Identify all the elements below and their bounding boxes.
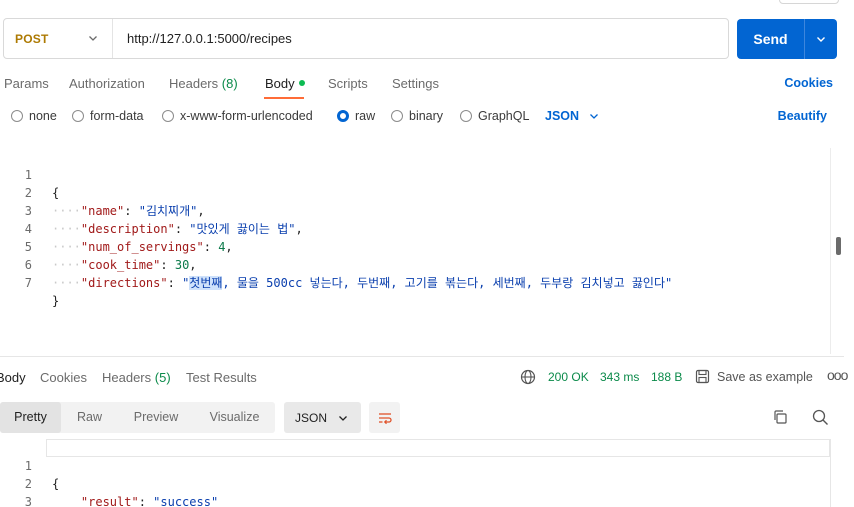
radio-label: binary: [409, 109, 444, 123]
chevron-down-icon: [817, 37, 825, 42]
view-raw[interactable]: Raw: [61, 402, 118, 433]
method-label: POST: [15, 31, 49, 46]
wrap-lines-icon: [378, 412, 392, 424]
indent-guide: ····: [52, 276, 81, 290]
more-options-icon[interactable]: ooo: [827, 367, 848, 383]
resp-tab-test-results[interactable]: Test Results: [186, 370, 257, 385]
send-label: Send: [753, 31, 788, 47]
beautify-button[interactable]: Beautify: [778, 109, 827, 123]
body-format-select[interactable]: JSON: [545, 109, 599, 123]
code-line: 2 ····"name": "김치찌개",: [0, 166, 830, 218]
url-input[interactable]: http://127.0.0.1:5000/recipes: [113, 31, 292, 46]
radio-circle: [72, 110, 84, 122]
body-type-selector: none form-data x-www-form-urlencoded raw…: [0, 109, 854, 129]
response-body-viewer[interactable]: 1 { 2 "result": "success" 3 }: [0, 439, 854, 507]
radio-circle: [337, 110, 349, 122]
status-code[interactable]: 200 OK: [548, 370, 589, 384]
resp-tab-headers-count: (5): [154, 370, 171, 385]
chevron-down-icon: [89, 36, 97, 41]
code-line: 1 {: [0, 148, 830, 200]
selected-text: 첫번째: [189, 276, 223, 290]
json-key: "result": [80, 495, 139, 507]
response-format-label: JSON: [295, 410, 328, 425]
scrollbar-thumb[interactable]: [836, 237, 841, 255]
save-as-example-button[interactable]: Save as example: [695, 369, 813, 384]
globe-icon[interactable]: [520, 369, 536, 385]
resp-tab-headers-label: Headers: [102, 370, 152, 385]
view-preview[interactable]: Preview: [118, 402, 194, 433]
json-value: "success": [153, 495, 219, 507]
tab-headers-count: (8): [221, 76, 238, 91]
tab-authorization[interactable]: Authorization: [69, 76, 145, 91]
cookies-link[interactable]: Cookies: [784, 76, 833, 90]
top-toolbar-button[interactable]: [779, 0, 839, 4]
tab-body-label: Body: [265, 76, 295, 91]
response-view-group: Pretty Raw Preview Visualize: [0, 402, 275, 433]
response-time[interactable]: 343 ms: [600, 370, 639, 384]
response-size[interactable]: 188 B: [651, 370, 682, 384]
view-pretty[interactable]: Pretty: [0, 402, 61, 433]
radio-circle: [391, 110, 403, 122]
radio-raw[interactable]: raw: [337, 109, 375, 123]
json-key: "directions": [80, 276, 168, 290]
view-visualize[interactable]: Visualize: [194, 402, 275, 433]
resp-tab-headers[interactable]: Headers (5): [102, 370, 171, 385]
tab-body[interactable]: Body: [265, 76, 305, 91]
radio-label: x-www-form-urlencoded: [180, 109, 313, 123]
code-line: 2 "result": "success": [0, 457, 830, 507]
line-number: 7: [24, 276, 32, 290]
tab-settings[interactable]: Settings: [392, 76, 439, 91]
code-line: 4 ····"num_of_servings": 4,: [0, 202, 830, 254]
save-icon: [695, 369, 710, 384]
code-line: 7 }: [0, 256, 830, 308]
code-line: 6 ····"directions": "첫번째, 물을 500cc 넣는다, …: [0, 238, 830, 290]
response-tabs: Body Cookies Headers (5) Test Results 20…: [0, 367, 854, 390]
method-select[interactable]: POST: [4, 19, 113, 58]
response-scrollbar[interactable]: [830, 439, 831, 507]
chevron-down-icon: [339, 415, 347, 421]
tab-params[interactable]: Params: [4, 76, 49, 91]
tab-headers[interactable]: Headers (8): [169, 76, 238, 91]
line-number: 3: [24, 495, 32, 507]
chevron-down-icon: [590, 114, 599, 119]
radio-label: form-data: [90, 109, 144, 123]
body-format-label: JSON: [545, 109, 580, 123]
resp-tab-body[interactable]: Body: [0, 370, 26, 385]
code-line: 5 ····"cook_time": 30,: [0, 220, 830, 272]
response-format-select[interactable]: JSON: [284, 402, 361, 433]
send-button[interactable]: Send: [737, 19, 837, 59]
pane-divider[interactable]: [0, 356, 844, 357]
close-brace: }: [52, 294, 60, 308]
code-line: 3 }: [0, 475, 830, 507]
url-bar: POST http://127.0.0.1:5000/recipes: [3, 18, 729, 59]
json-value: , 물을 500cc 넣는다, 두번째, 고기를 볶는다, 세번째, 두부랑 김…: [222, 276, 673, 290]
response-toolbar: Pretty Raw Preview Visualize JSON: [0, 402, 854, 433]
tab-headers-label: Headers: [169, 76, 219, 91]
wrap-lines-button[interactable]: [369, 402, 400, 433]
radio-form-data[interactable]: form-data: [72, 109, 144, 123]
tab-scripts[interactable]: Scripts: [328, 76, 368, 91]
search-icon[interactable]: [812, 409, 829, 426]
save-as-example-label: Save as example: [717, 369, 813, 384]
code-line: 3 ····"description": "맛있게 끓이는 법",: [0, 184, 830, 236]
resp-tab-cookies[interactable]: Cookies: [40, 370, 87, 385]
active-tab-indicator: [264, 97, 304, 99]
modified-dot-icon: [298, 80, 305, 86]
send-options-button[interactable]: [805, 34, 837, 44]
request-tabs: Params Authorization Headers (8) Body Sc…: [0, 74, 854, 100]
radio-x-www-form-urlencoded[interactable]: x-www-form-urlencoded: [162, 109, 313, 123]
radio-circle: [11, 110, 23, 122]
radio-label: GraphQL: [478, 109, 530, 123]
radio-graphql[interactable]: GraphQL: [460, 109, 529, 123]
radio-label: raw: [355, 109, 376, 123]
code-line: 1 {: [0, 439, 830, 491]
radio-circle: [460, 110, 472, 122]
copy-icon[interactable]: [772, 409, 788, 425]
radio-label: none: [29, 109, 57, 123]
radio-circle: [162, 110, 174, 122]
radio-none[interactable]: none: [11, 109, 57, 123]
radio-binary[interactable]: binary: [391, 109, 443, 123]
request-body-editor[interactable]: 1 { 2 ····"name": "김치찌개", 3 ····"descrip…: [0, 148, 854, 358]
